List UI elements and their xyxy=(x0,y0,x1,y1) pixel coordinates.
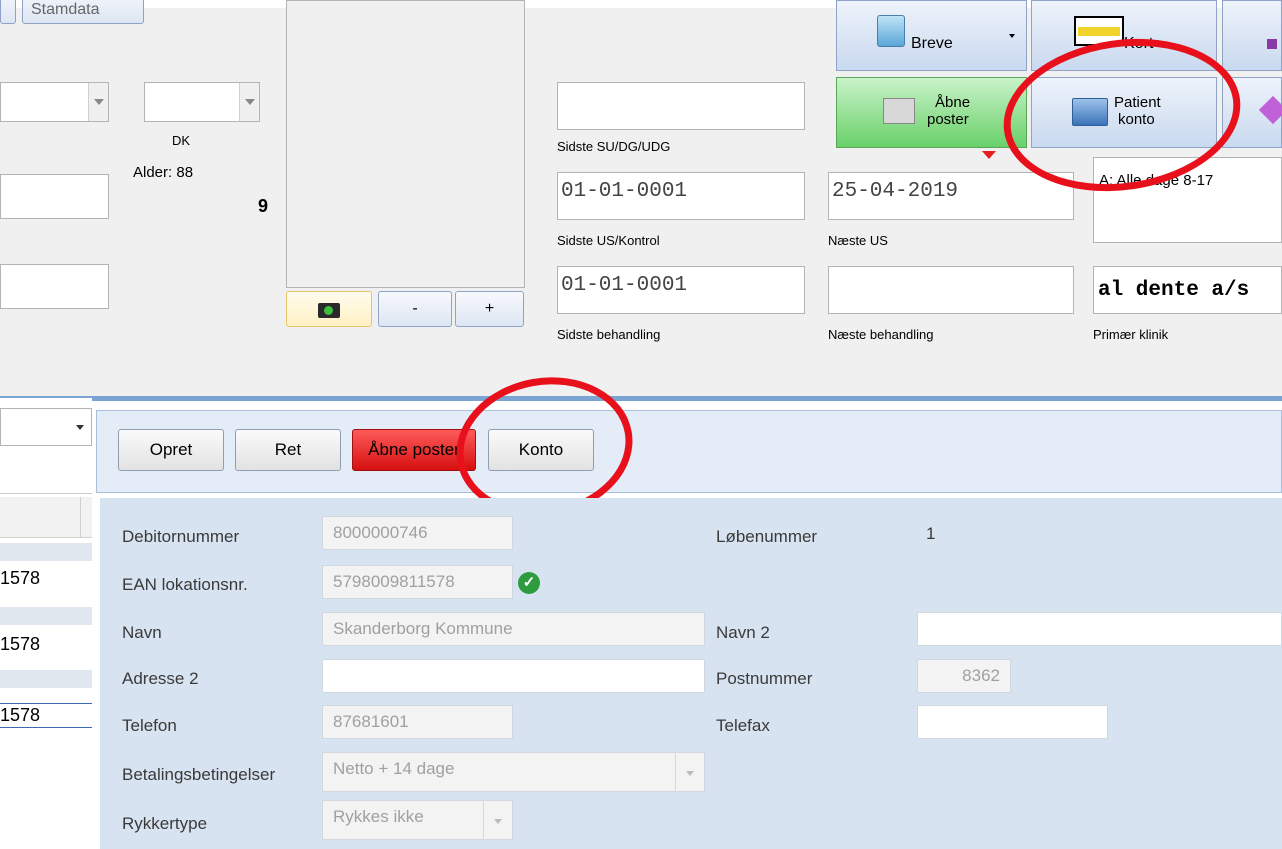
name2-field[interactable] xyxy=(917,612,1282,646)
payment-terms-value: Netto + 14 dage xyxy=(333,759,455,778)
nationality-dropdown[interactable] xyxy=(144,82,260,122)
left-list-header xyxy=(0,497,92,538)
left-field-1[interactable] xyxy=(0,174,109,219)
address2-field[interactable] xyxy=(322,659,705,693)
left-list-field[interactable] xyxy=(0,453,92,494)
clinic-hours-text: A: Alle dage 8-17 xyxy=(1099,172,1214,189)
stamdata-button-label: Stamdata xyxy=(31,1,100,18)
next-treatment-field[interactable] xyxy=(828,266,1074,314)
primary-clinic-label: Primær klinik xyxy=(1093,327,1169,342)
open-items-button[interactable]: Åbne poster xyxy=(836,77,1027,148)
phone-label: Telefon xyxy=(122,716,177,735)
left-list-group-row xyxy=(0,670,92,688)
letters-button[interactable]: Breve xyxy=(836,0,1027,71)
chevron-down-icon xyxy=(76,425,84,430)
patient-account-label-line2: konto xyxy=(1118,111,1155,128)
ean-label: EAN lokationsnr. xyxy=(122,575,248,594)
patient-photo xyxy=(286,0,525,288)
card-label: Kort xyxy=(1124,35,1154,52)
ean-field[interactable]: 5798009811578 xyxy=(322,565,513,599)
debtor-number-label: Debitornummer xyxy=(122,527,240,546)
chevron-down-icon xyxy=(1009,34,1015,38)
letters-icon xyxy=(877,15,905,47)
toolbar-button-extra-1[interactable] xyxy=(1222,0,1282,71)
last-treatment-label: Sidste behandling xyxy=(557,327,661,342)
clinic-hours-field[interactable]: A: Alle dage 8-17 xyxy=(1093,157,1282,243)
address2-label: Adresse 2 xyxy=(122,669,199,688)
chevron-down-icon xyxy=(483,801,512,839)
card-button[interactable]: Kort xyxy=(1031,0,1217,71)
zoom-out-button[interactable]: - xyxy=(378,291,452,327)
last-treatment-field[interactable]: 01-01-0001 xyxy=(557,266,805,314)
left-field-2[interactable] xyxy=(0,264,109,309)
patient-account-label-line1: Patient xyxy=(1114,94,1161,111)
open-items-action-button[interactable]: Åbne poster xyxy=(352,429,476,471)
zoom-in-button[interactable]: + xyxy=(455,291,524,327)
next-us-label: Næste US xyxy=(828,233,888,248)
create-button[interactable]: Opret xyxy=(118,429,224,471)
camera-icon xyxy=(318,303,340,318)
chevron-down-icon xyxy=(675,753,704,791)
list-item[interactable]: 1578 xyxy=(0,634,92,655)
fax-label: Telefax xyxy=(716,716,770,735)
last-us-label: Sidste US/Kontrol xyxy=(557,233,660,248)
serial-value: 1 xyxy=(926,524,936,543)
fax-field[interactable] xyxy=(917,705,1108,739)
left-list-dropdown[interactable] xyxy=(0,408,92,446)
reminder-type-label: Rykkertype xyxy=(122,814,208,833)
patient-number: 9 xyxy=(258,196,269,216)
primary-clinic-value: al dente a/s xyxy=(1098,279,1250,302)
last-su-field[interactable] xyxy=(557,82,805,130)
payment-terms-label: Betalingsbetingelser xyxy=(122,765,276,784)
toolbar-button-extra-2[interactable] xyxy=(1222,77,1282,148)
postal-label: Postnummer xyxy=(716,669,813,688)
open-items-icon xyxy=(883,98,915,124)
next-treatment-label: Næste behandling xyxy=(828,327,934,342)
name-field[interactable]: Skanderborg Kommune xyxy=(322,612,705,646)
reminder-type-value: Rykkes ikke xyxy=(333,807,424,826)
left-list-group-row xyxy=(0,607,92,625)
debtor-number-field[interactable]: 8000000746 xyxy=(322,516,513,550)
open-items-label-line1: Åbne xyxy=(935,94,971,111)
reminder-type-dropdown[interactable]: Rykkes ikke xyxy=(322,800,513,840)
primary-clinic-field[interactable]: al dente a/s xyxy=(1093,266,1282,314)
postal-field[interactable]: 8362 xyxy=(917,659,1011,693)
account-button[interactable]: Konto xyxy=(488,429,594,471)
camera-button[interactable] xyxy=(286,291,372,327)
nationality-label: DK xyxy=(172,133,191,148)
open-items-label-line2: poster xyxy=(927,111,969,128)
check-icon: ✓ xyxy=(518,572,540,594)
letters-label: Breve xyxy=(911,35,953,52)
payment-terms-dropdown[interactable]: Netto + 14 dage xyxy=(322,752,705,792)
left-list-group-row xyxy=(0,543,92,561)
purple-tool-icon xyxy=(1267,39,1277,49)
patient-account-button[interactable]: Patient konto xyxy=(1031,77,1217,148)
folder-icon xyxy=(1072,98,1108,126)
card-icon xyxy=(1074,16,1124,46)
stamdata-button[interactable]: Stamdata xyxy=(0,0,144,24)
phone-field[interactable]: 87681601 xyxy=(322,705,513,739)
eraser-icon xyxy=(1258,95,1282,125)
serial-label: Løbenummer xyxy=(716,527,818,546)
last-su-label: Sidste SU/DG/UDG xyxy=(557,139,671,154)
age-label: Alder: 88 xyxy=(133,164,194,181)
dropdown-indicator-icon xyxy=(982,151,996,159)
section-divider xyxy=(0,396,1282,401)
list-item[interactable]: 1578 xyxy=(0,568,92,589)
left-dropdown[interactable] xyxy=(0,82,109,122)
name2-label: Navn 2 xyxy=(716,623,770,642)
last-us-field[interactable]: 01-01-0001 xyxy=(557,172,805,220)
edit-button[interactable]: Ret xyxy=(235,429,341,471)
next-us-field[interactable]: 25-04-2019 xyxy=(828,172,1074,220)
list-item[interactable]: 1578 xyxy=(0,703,92,728)
name-label: Navn xyxy=(122,623,162,642)
